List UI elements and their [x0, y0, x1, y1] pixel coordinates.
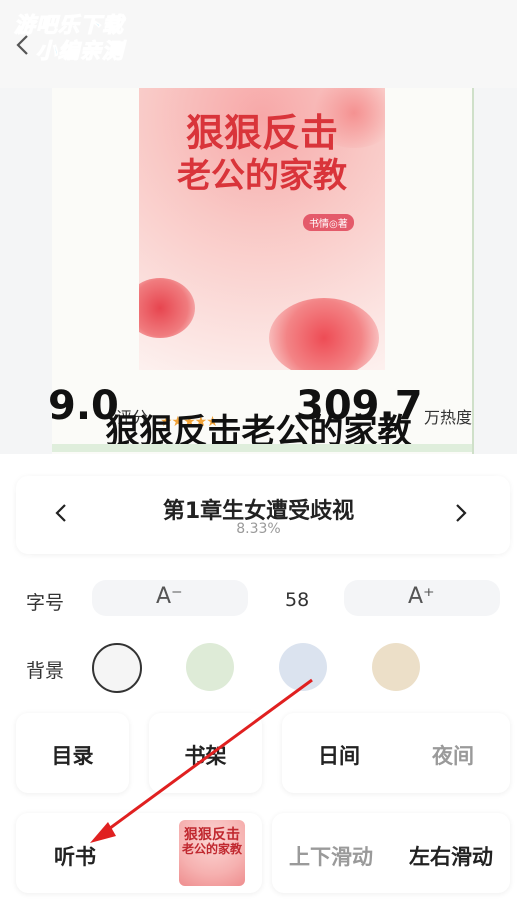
toc-button[interactable]: 目录	[16, 713, 129, 793]
bookshelf-button[interactable]: 书架	[149, 713, 262, 793]
cover-rose-decoration	[269, 298, 379, 370]
scroll-horizontal-option[interactable]: 左右滑动	[392, 841, 510, 871]
night-mode-option[interactable]: 夜间	[396, 740, 510, 770]
cover-rose-decoration	[139, 278, 195, 338]
listen-label: 听书	[54, 845, 96, 869]
day-night-toggle: 日间 夜间	[282, 713, 510, 793]
font-size-label: 字号	[26, 592, 65, 614]
watermark-logo: 游吧乐下载 小编亲测	[14, 12, 124, 64]
background-swatch-blue[interactable]	[279, 643, 327, 691]
scroll-vertical-option[interactable]: 上下滑动	[272, 841, 390, 871]
page-edge	[52, 444, 472, 452]
watermark-line2: 小编亲测	[36, 39, 124, 64]
book-cover: 狠狠反击 老公的家教 书情◎著	[139, 88, 385, 370]
background-swatch-white[interactable]	[92, 643, 142, 693]
toc-label: 目录	[51, 744, 94, 768]
listen-book-thumbnail: 狠狠反击 老公的家教	[179, 820, 245, 886]
watermark-line1: 游吧乐下载	[14, 13, 124, 38]
cover-author-badge: 书情◎著	[303, 214, 354, 231]
background-label: 背景	[26, 660, 65, 682]
chapter-progress: 8.33%	[236, 521, 281, 537]
font-increase-button[interactable]: A⁺	[344, 580, 500, 616]
mini-cover-line2: 老公的家教	[181, 842, 242, 856]
cover-title-line2: 老公的家教	[177, 156, 347, 196]
font-decrease-glyph: A⁻	[156, 584, 183, 609]
font-decrease-button[interactable]: A⁻	[92, 580, 248, 616]
font-increase-glyph: A⁺	[408, 584, 435, 609]
day-mode-option[interactable]: 日间	[282, 740, 396, 770]
bookshelf-label: 书架	[184, 744, 227, 768]
page-turn-toggle: 上下滑动 左右滑动	[272, 813, 510, 893]
font-size-value: 58	[285, 589, 310, 611]
background-swatch-green[interactable]	[186, 643, 234, 691]
background-swatch-beige[interactable]	[372, 643, 420, 691]
